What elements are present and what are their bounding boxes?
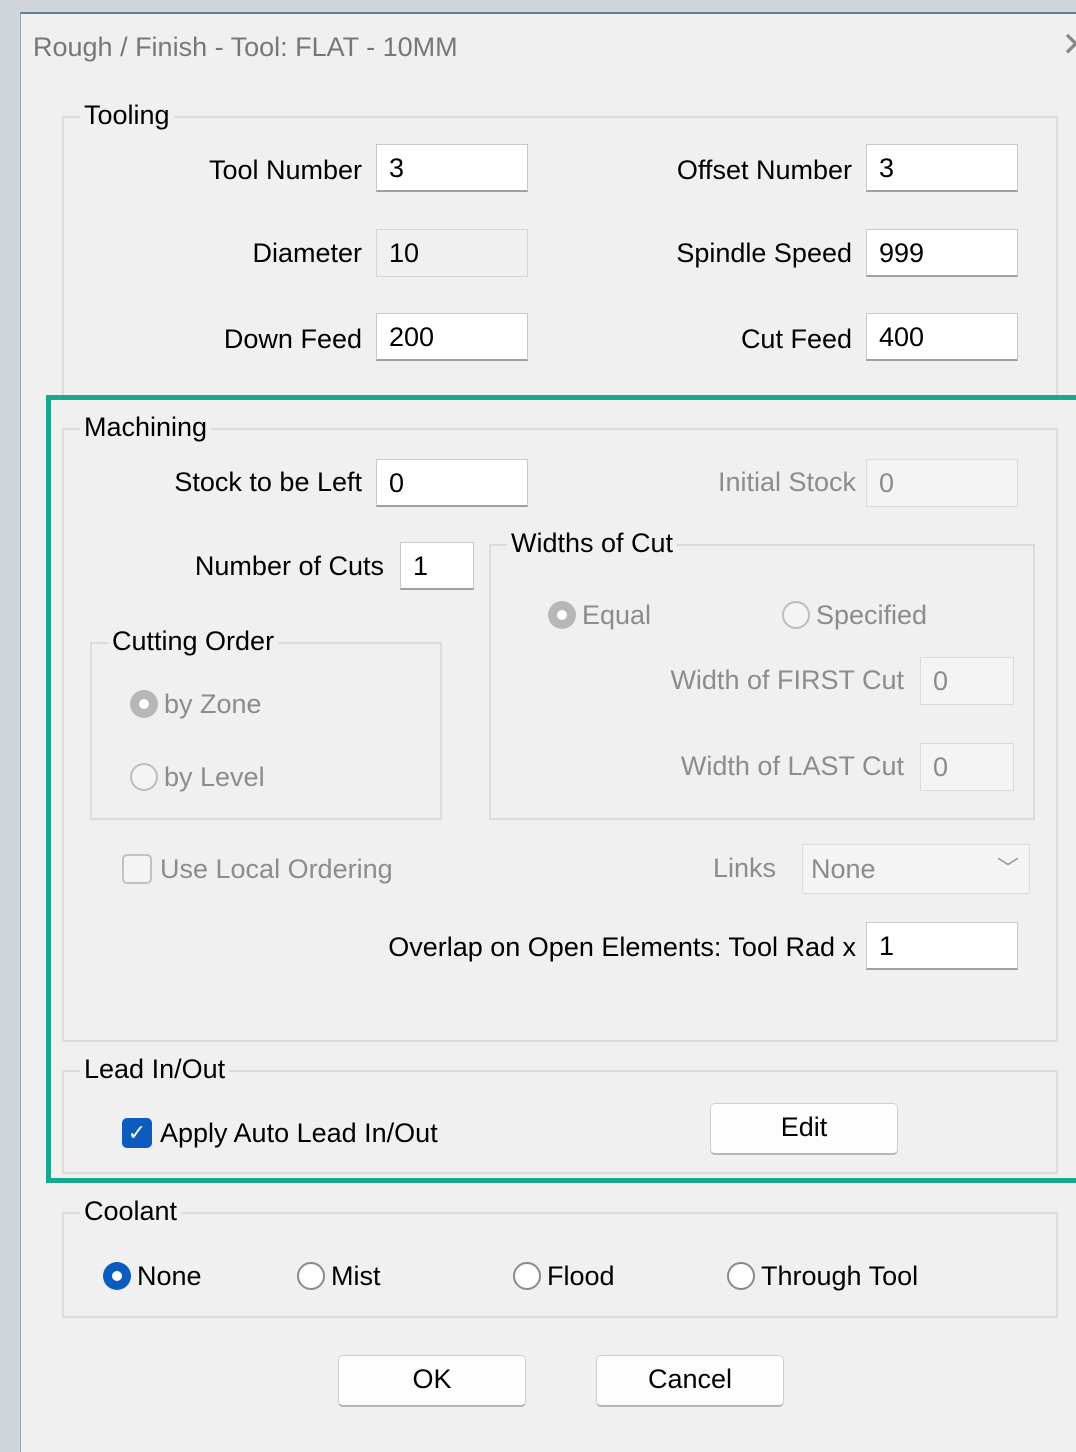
tooling-group-label: Tooling [80,98,174,132]
spindle-speed-input[interactable]: 999 [866,229,1018,277]
diameter-label: Diameter [252,236,362,270]
cancel-button[interactable]: Cancel [596,1355,784,1407]
diameter-field: 10 [376,229,528,277]
title-bar: Rough / Finish - Tool: FLAT - 10MM ✕ [21,14,1076,80]
coolant-mist-label: Mist [331,1259,381,1293]
offset-number-label: Offset Number [677,153,852,187]
down-feed-label: Down Feed [224,322,362,356]
cut-feed-input[interactable]: 400 [866,313,1018,361]
coolant-flood-label: Flood [547,1259,615,1293]
coolant-through-tool-dot [727,1262,755,1290]
coolant-mist-dot [297,1262,325,1290]
coolant-flood-radio[interactable]: Flood [513,1259,615,1293]
coolant-through-tool-label: Through Tool [761,1259,918,1293]
cut-feed-label: Cut Feed [741,322,852,356]
coolant-through-tool-radio[interactable]: Through Tool [727,1259,918,1293]
coolant-none-dot [103,1262,131,1290]
window-title: Rough / Finish - Tool: FLAT - 10MM [33,32,458,63]
down-feed-input[interactable]: 200 [376,313,528,361]
offset-number-input[interactable]: 3 [866,144,1018,192]
coolant-none-radio[interactable]: None [103,1259,202,1293]
coolant-mist-radio[interactable]: Mist [297,1259,381,1293]
coolant-group-label: Coolant [80,1194,181,1228]
spindle-speed-label: Spindle Speed [676,236,852,270]
tool-number-input[interactable]: 3 [376,144,528,192]
highlight-box [46,395,1076,1183]
coolant-flood-dot [513,1262,541,1290]
ok-button[interactable]: OK [338,1355,526,1407]
close-icon[interactable]: ✕ [1062,28,1076,62]
tool-number-label: Tool Number [209,153,362,187]
coolant-none-label: None [137,1259,202,1293]
